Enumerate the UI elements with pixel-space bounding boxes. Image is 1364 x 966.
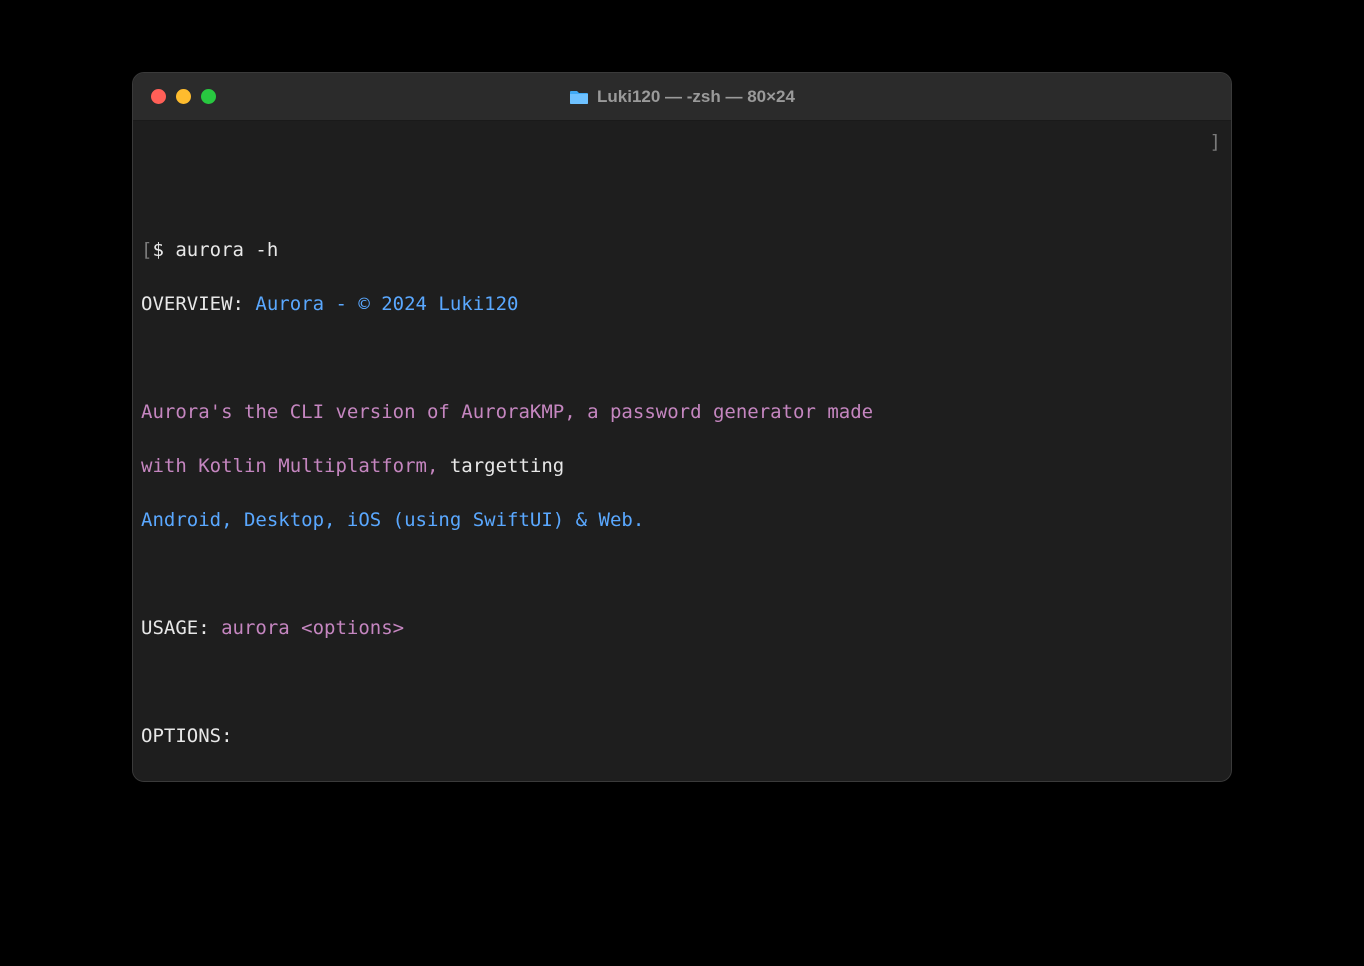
overview-label: OVERVIEW: <box>141 293 255 315</box>
input-line: [$ aurora -h <box>141 237 1223 264</box>
usage-label: USAGE: <box>141 617 221 639</box>
window-title: Luki120 — -zsh — 80×24 <box>133 87 1231 107</box>
desc-line-2: with Kotlin Multiplatform, targetting <box>141 453 1223 480</box>
minimize-icon[interactable] <box>176 89 191 104</box>
terminal-window: Luki120 — -zsh — 80×24 ] [$ aurora -h OV… <box>132 72 1232 782</box>
desc-line-1: Aurora's the CLI version of AuroraKMP, a… <box>141 399 1223 426</box>
window-title-text: Luki120 — -zsh — 80×24 <box>597 87 795 107</box>
blank-line <box>141 669 1223 696</box>
option-flag: -l, --length <length> <box>141 777 451 781</box>
options-label: OPTIONS: <box>141 725 233 747</box>
entered-command: aurora -h <box>175 239 278 261</box>
desc-line-3: Android, Desktop, iOS (using SwiftUI) & … <box>141 507 1223 534</box>
overview-line: OVERVIEW: Aurora - © 2024 Luki120 <box>141 291 1223 318</box>
blank-line <box>141 345 1223 372</box>
titlebar[interactable]: Luki120 — -zsh — 80×24 <box>133 73 1231 121</box>
traffic-lights <box>133 89 216 104</box>
close-icon[interactable] <box>151 89 166 104</box>
shell-prompt: $ <box>152 239 175 261</box>
options-label-line: OPTIONS: <box>141 723 1223 750</box>
prompt-bracket-close: ] <box>1210 129 1221 156</box>
usage-line: USAGE: aurora <options> <box>141 615 1223 642</box>
option-desc: The password's length, valid range is 10… <box>451 779 966 781</box>
zoom-icon[interactable] <box>201 89 216 104</box>
usage-args: <options> <box>301 617 404 639</box>
usage-cmd: aurora <box>221 617 301 639</box>
prompt-bracket-open: [ <box>141 239 152 261</box>
terminal-body[interactable]: ] [$ aurora -h OVERVIEW: Aurora - © 2024… <box>133 121 1231 781</box>
option-line: -l, --length <length>The password's leng… <box>141 777 1223 781</box>
folder-icon <box>569 89 589 105</box>
overview-value: Aurora - © 2024 Luki120 <box>255 293 518 315</box>
blank-line <box>141 561 1223 588</box>
